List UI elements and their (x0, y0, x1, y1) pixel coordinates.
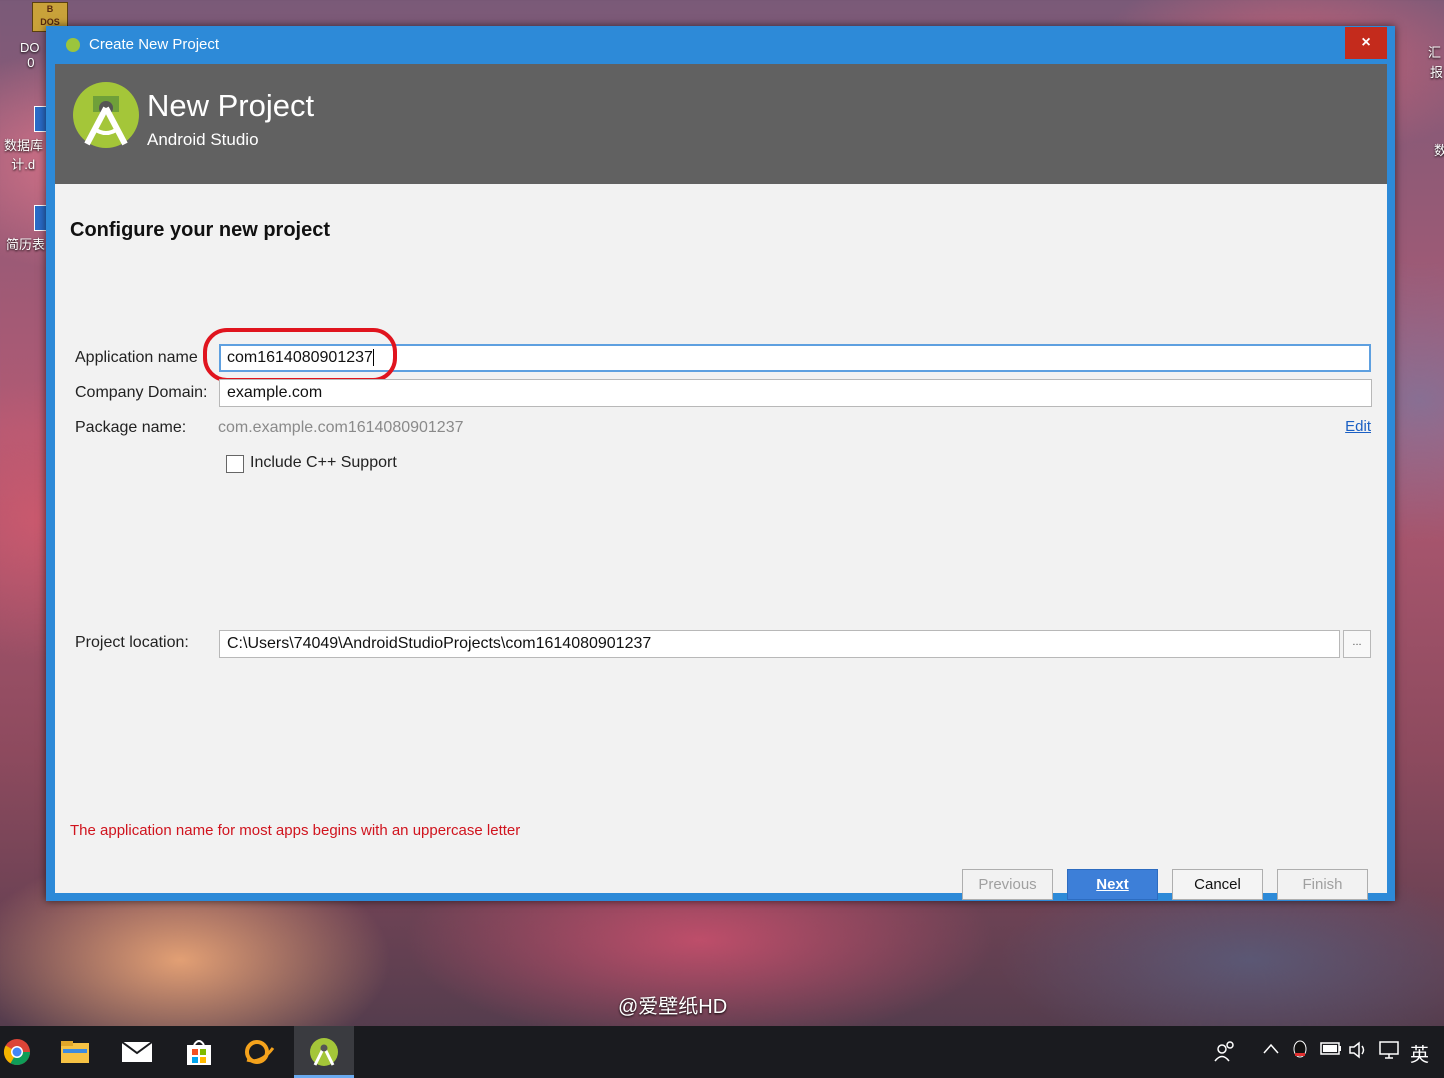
highlight-annotation (203, 328, 397, 382)
company-domain-label: Company Domain: (75, 384, 208, 401)
project-location-label: Project location: (75, 634, 189, 651)
dialog-content: Configure your new project Application n… (55, 184, 1387, 900)
cancel-button[interactable]: Cancel (1172, 869, 1263, 900)
banner-title: New Project (147, 88, 315, 123)
banner-subtitle: Android Studio (147, 130, 259, 149)
store-icon[interactable] (182, 1035, 216, 1069)
battery-icon[interactable] (1320, 1040, 1342, 1062)
page-heading: Configure your new project (70, 219, 331, 241)
validation-message: The application name for most apps begin… (70, 822, 521, 839)
chrome-icon[interactable] (0, 1035, 34, 1069)
input-method-indicator[interactable]: 英 (1410, 1040, 1429, 1067)
file-explorer-icon[interactable] (58, 1035, 92, 1069)
android-studio-taskbar-icon[interactable] (307, 1035, 341, 1069)
wallpaper-watermark: @爱壁纸HD (618, 996, 728, 1018)
desktop-icon-dos[interactable]: DO 0 (20, 40, 40, 70)
application-name-label: Application name (75, 349, 198, 366)
chevron-up-icon[interactable] (1262, 1040, 1280, 1064)
create-project-dialog: Create New Project × New Project Android… (46, 26, 1395, 901)
mail-icon[interactable] (120, 1035, 154, 1069)
people-icon[interactable] (1214, 1040, 1236, 1068)
taskbar: 英 (0, 1026, 1444, 1078)
package-name-label: Package name: (75, 419, 187, 436)
edit-package-link[interactable]: Edit (1345, 418, 1371, 435)
network-icon[interactable] (1378, 1040, 1400, 1066)
window-title: Create New Project (89, 36, 220, 53)
cpp-support-label[interactable]: Include C++ Support (250, 454, 397, 472)
browse-button[interactable]: ... (1343, 630, 1371, 658)
company-domain-input[interactable]: example.com (219, 379, 1372, 407)
volume-icon[interactable] (1348, 1040, 1370, 1066)
header-banner: New Project Android Studio (55, 64, 1387, 184)
close-button[interactable]: × (1345, 27, 1387, 59)
qq-icon[interactable] (1292, 1040, 1308, 1066)
desktop-right-label-2: 报 (1430, 65, 1444, 80)
title-bar[interactable]: Create New Project × (46, 26, 1395, 64)
android-studio-icon (66, 38, 80, 52)
package-name-value: com.example.com1614080901237 (218, 419, 464, 436)
desktop-right-label-1: 汇 (1428, 45, 1442, 60)
project-location-input[interactable]: C:\Users\74049\AndroidStudioProjects\com… (219, 630, 1340, 658)
finish-button[interactable]: Finish (1277, 869, 1368, 900)
snail-app-icon[interactable] (242, 1035, 276, 1069)
desktop-icon-database[interactable]: 数据库 计.d (4, 106, 50, 173)
desktop-right-label-3: 数 (1434, 143, 1444, 158)
previous-button[interactable]: Previous (962, 869, 1053, 900)
desktop-icon-resume[interactable]: 简历表 (6, 205, 50, 253)
cpp-support-checkbox[interactable] (226, 455, 244, 473)
android-studio-logo (73, 82, 139, 148)
next-button[interactable]: Next (1067, 869, 1158, 900)
